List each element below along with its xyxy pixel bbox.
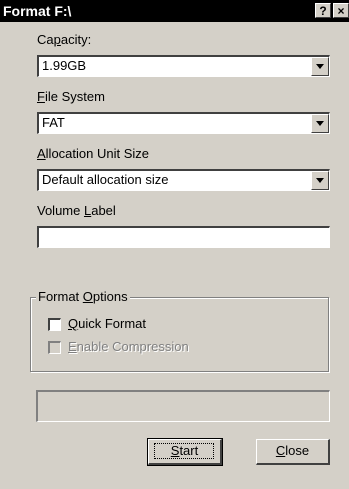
enable-compression-checkbox[interactable] [48,341,61,354]
allocation-select[interactable]: Default allocation size [37,169,330,191]
start-button[interactable]: Start [147,438,223,466]
quick-format-label-part: uick Format [78,316,147,331]
capacity-dropdown-button[interactable] [311,57,329,76]
close-window-button[interactable]: × [333,3,349,18]
title-bar[interactable]: Format F:\ ? × [0,0,349,22]
file-system-value: FAT [42,115,65,130]
format-options-legend-part: ptions [92,289,128,304]
format-options-group [30,297,329,372]
capacity-label: Capacity: [37,32,91,48]
file-system-label: File System [37,89,105,105]
close-button[interactable]: Close [256,439,330,465]
close-label-accel: C [275,443,286,458]
allocation-label-part: llocation Unit Size [45,146,149,161]
format-options-legend-part: Format [38,289,83,304]
volume-label-label-part: abel [91,203,116,218]
quick-format-checkbox[interactable] [48,318,61,331]
enable-compression-label-part: nable Compression [76,339,189,354]
capacity-select[interactable]: 1.99GB [37,55,330,77]
start-label-part: tart [179,443,199,458]
file-system-select[interactable]: FAT [37,112,330,134]
file-system-dropdown-button[interactable] [311,114,329,133]
chevron-down-icon [316,178,324,183]
allocation-label-accel: A [37,146,46,161]
volume-label-label: Volume Label [37,203,116,219]
chevron-down-icon [316,121,324,126]
close-label-part: lose [285,443,310,458]
quick-format-label-accel: Q [68,316,79,331]
volume-label-input[interactable] [37,226,330,248]
capacity-label-accel: p [53,32,61,47]
volume-label-label-part: Volume [37,203,84,218]
capacity-label-part: acity: [60,32,92,47]
enable-compression-label: Enable Compression [68,339,189,355]
capacity-label-part: Ca [37,32,54,47]
close-button-label: Close [276,443,309,458]
format-dialog: Format F:\ ? × Capacity: 1.99GB File Sys… [0,0,349,489]
file-system-label-accel: F [37,89,45,104]
chevron-down-icon [316,64,324,69]
capacity-value: 1.99GB [42,58,87,73]
quick-format-label[interactable]: Quick Format [68,316,146,332]
file-system-label-part: ile System [44,89,105,104]
allocation-dropdown-button[interactable] [311,171,329,190]
start-button-label: Start [171,443,198,458]
format-progress-bar [36,390,330,422]
enable-compression-label-accel: E [68,339,77,354]
format-options-legend: Format Options [36,289,130,305]
allocation-value: Default allocation size [42,172,169,187]
help-button[interactable]: ? [315,3,331,18]
window-title: Format F:\ [3,3,72,19]
format-options-legend-accel: O [82,289,93,304]
allocation-label: Allocation Unit Size [37,146,149,162]
